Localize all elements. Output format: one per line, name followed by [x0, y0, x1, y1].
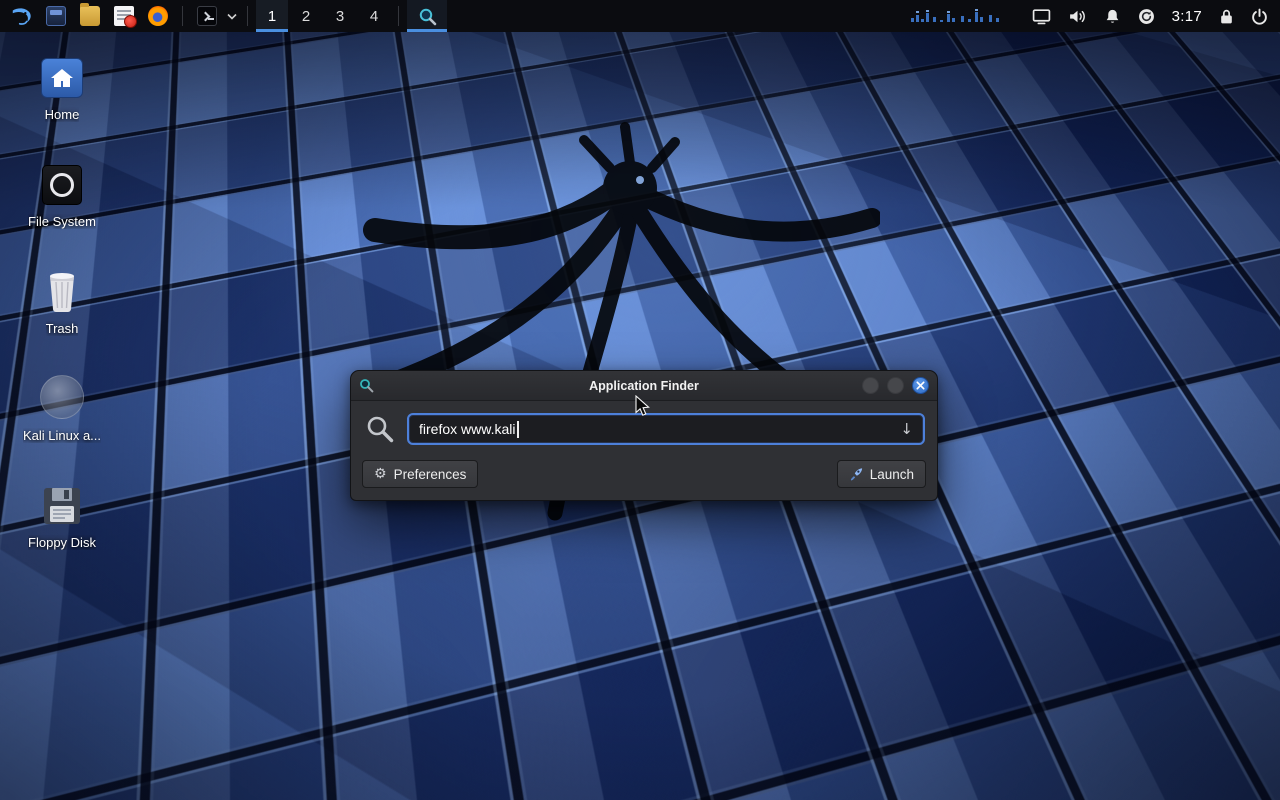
chevron-down-icon	[227, 13, 237, 20]
firefox-launcher[interactable]	[142, 1, 174, 31]
titlebar[interactable]: Application Finder	[351, 371, 937, 401]
floppy-disk-icon	[42, 486, 82, 526]
window-stack-launcher[interactable]	[40, 1, 72, 31]
window-app-icon	[359, 378, 374, 393]
desktop-icon-kali-linux[interactable]: Kali Linux a...	[14, 371, 110, 478]
desktop-icon-label: File System	[28, 214, 96, 229]
search-query-text: firefox www.kali	[419, 421, 515, 437]
file-system-icon	[42, 165, 82, 205]
launch-button-label: Launch	[870, 467, 914, 482]
launch-button[interactable]: Launch	[837, 460, 926, 488]
search-row: firefox www.kali ↓	[351, 401, 937, 453]
workspace-1[interactable]: 1	[256, 0, 288, 32]
application-finder-window: Application Finder firefox www.kali ↓	[350, 370, 938, 501]
desktop-icon-column: Home File System Trash Kali Linux a...	[14, 50, 110, 585]
taskbar-application-finder[interactable]	[407, 0, 447, 32]
search-input[interactable]: firefox www.kali ↓	[407, 413, 925, 445]
folder-icon	[80, 6, 100, 26]
workspace-4[interactable]: 4	[358, 0, 390, 32]
maximize-button[interactable]	[887, 377, 904, 394]
kali-menu-icon[interactable]	[6, 1, 38, 31]
home-icon	[41, 58, 83, 98]
display-settings-tray-icon[interactable]	[1032, 8, 1051, 25]
text-editor-launcher[interactable]	[108, 1, 140, 31]
desktop-icon-label: Home	[45, 107, 80, 122]
close-icon	[916, 381, 925, 390]
panel-separator	[247, 6, 248, 26]
speaker-icon	[1068, 8, 1087, 25]
updates-tray-icon[interactable]	[1138, 8, 1155, 25]
close-button[interactable]	[912, 377, 929, 394]
system-monitor-applet[interactable]	[909, 9, 1005, 23]
firefox-icon	[148, 6, 168, 26]
launch-icon	[849, 467, 863, 481]
desktop-icon-label: Trash	[46, 321, 79, 336]
desktop-icon-label: Floppy Disk	[28, 535, 96, 550]
search-icon	[418, 7, 437, 26]
preferences-button[interactable]: ⚙ Preferences	[362, 460, 478, 488]
desktop-icon-home[interactable]: Home	[14, 50, 110, 157]
window-title: Application Finder	[449, 379, 839, 393]
clock-applet[interactable]: 3:17	[1172, 8, 1202, 25]
kali-dragon-logo	[320, 108, 880, 588]
kali-disc-icon	[40, 375, 84, 419]
power-icon	[1251, 8, 1268, 25]
logout-tray-icon[interactable]	[1251, 8, 1268, 25]
display-icon	[1032, 8, 1051, 25]
workspace-2[interactable]: 2	[290, 0, 322, 32]
top-panel: 1 2 3 4	[0, 0, 1280, 32]
search-icon	[365, 414, 395, 444]
system-tray: 3:17	[909, 8, 1274, 25]
text-cursor	[517, 421, 519, 438]
notifications-tray-icon[interactable]	[1104, 8, 1121, 25]
desktop: 1 2 3 4	[0, 0, 1280, 800]
file-manager-launcher[interactable]	[74, 1, 106, 31]
terminal-icon	[197, 6, 217, 26]
desktop-icon-floppy-disk[interactable]: Floppy Disk	[14, 478, 110, 585]
window-icon	[46, 6, 66, 26]
preferences-button-label: Preferences	[394, 467, 467, 482]
button-row: ⚙ Preferences Launch	[351, 453, 937, 500]
terminal-launcher[interactable]	[191, 1, 223, 31]
document-icon	[114, 6, 134, 26]
desktop-icon-file-system[interactable]: File System	[14, 157, 110, 264]
screen-lock-tray-icon[interactable]	[1219, 8, 1234, 25]
gear-icon: ⚙	[374, 467, 387, 481]
workspace-3[interactable]: 3	[324, 0, 356, 32]
kali-logo-icon	[10, 4, 34, 28]
desktop-icon-trash[interactable]: Trash	[14, 264, 110, 371]
desktop-icon-label: Kali Linux a...	[23, 428, 101, 443]
bell-icon	[1104, 8, 1121, 25]
dropdown-arrow-icon[interactable]: ↓	[900, 420, 913, 438]
trash-icon	[44, 268, 80, 312]
panel-separator	[398, 6, 399, 26]
update-arrow-icon	[1138, 8, 1155, 25]
launcher-dropdown[interactable]	[225, 1, 239, 31]
lock-icon	[1219, 8, 1234, 25]
panel-separator	[182, 6, 183, 26]
minimize-button[interactable]	[862, 377, 879, 394]
volume-tray-icon[interactable]	[1068, 8, 1087, 25]
